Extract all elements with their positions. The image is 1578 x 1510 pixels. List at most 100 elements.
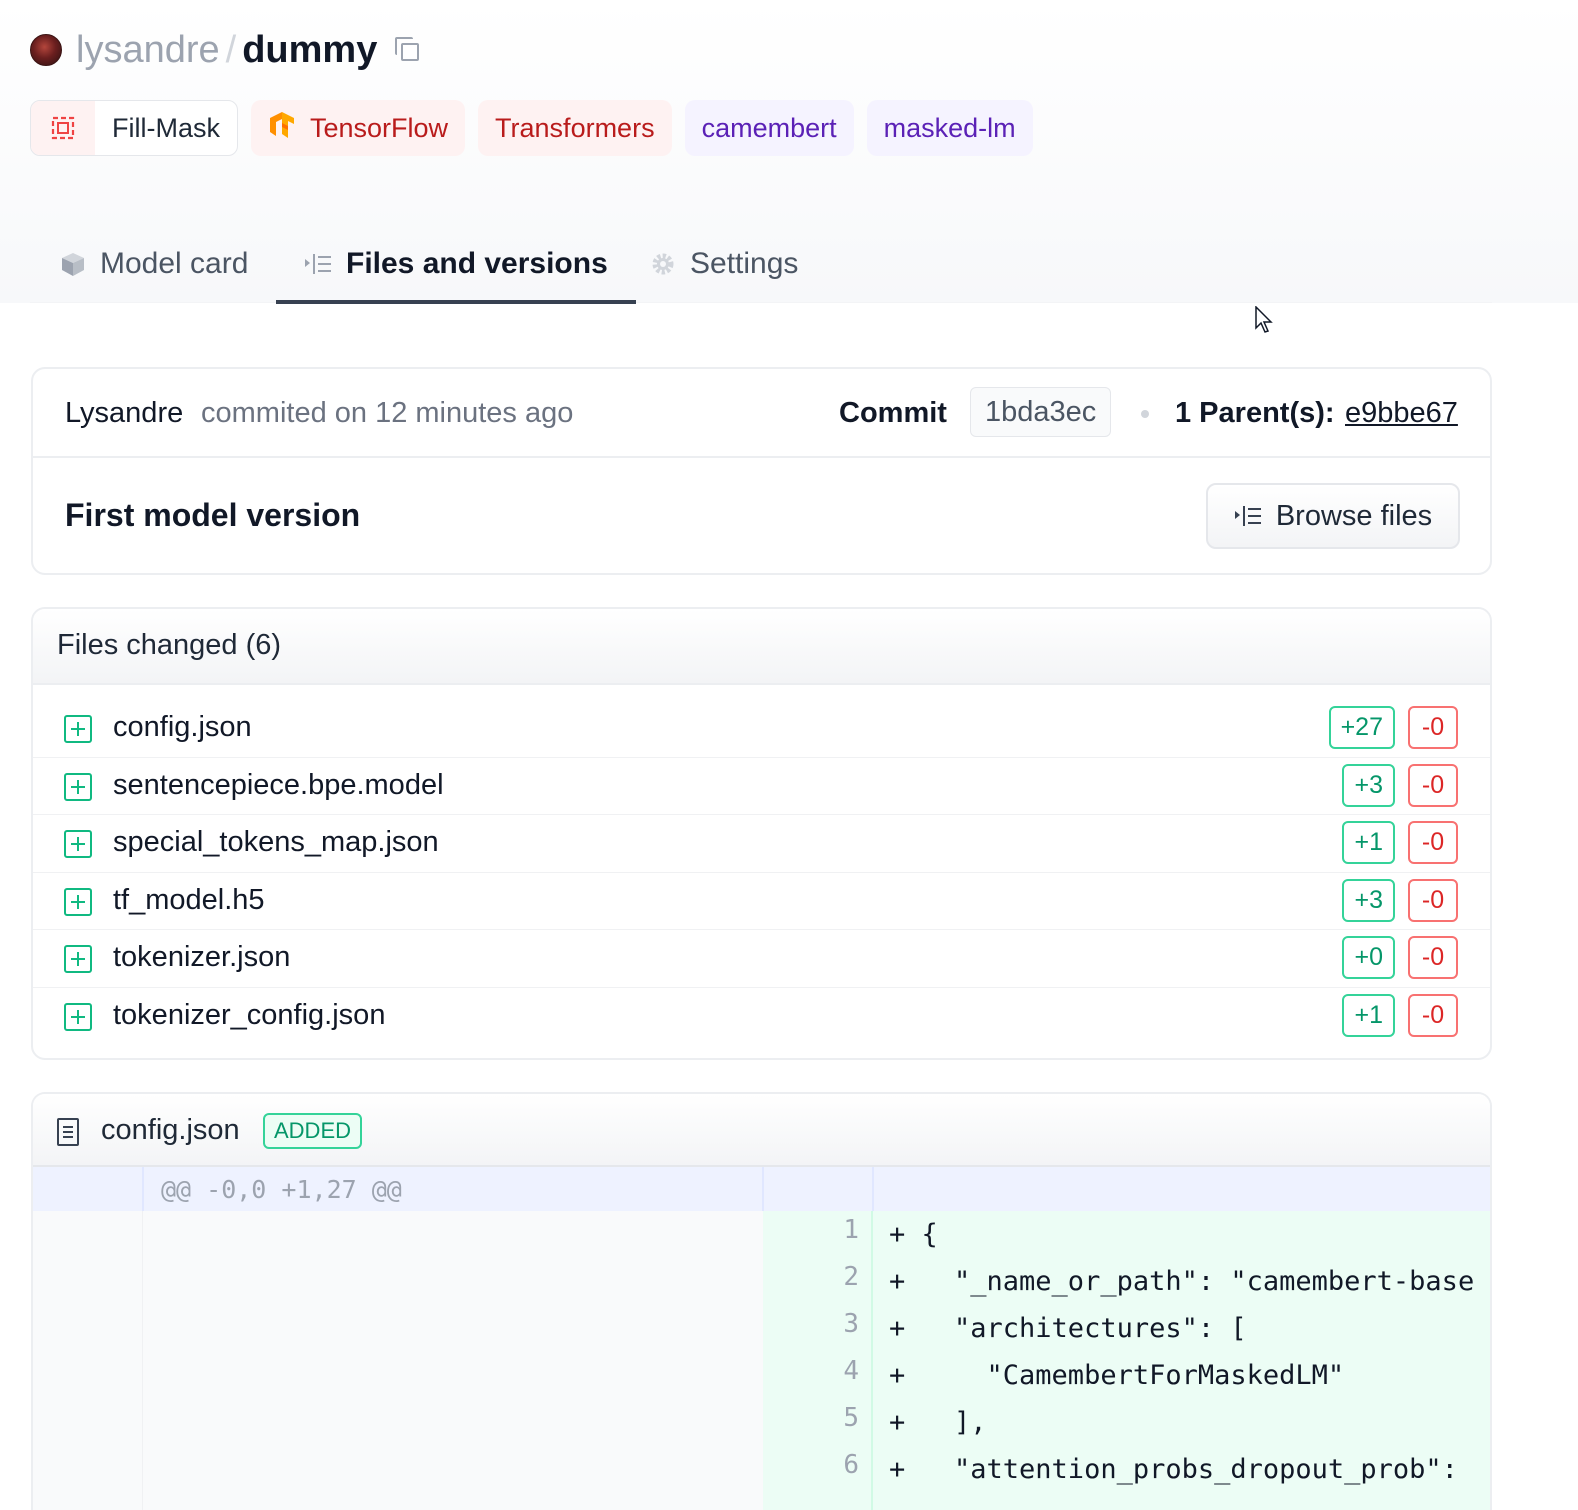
tab-label: Files and versions bbox=[346, 247, 608, 280]
diff-header: config.json ADDED bbox=[33, 1094, 1490, 1167]
tag-list: Fill-Mask TensorFlow Transformers camemb… bbox=[30, 100, 1033, 156]
avatar[interactable] bbox=[30, 34, 62, 66]
code-line: + "_name_or_path": "camembert-base bbox=[889, 1266, 1475, 1297]
tab-label: Model card bbox=[100, 247, 249, 280]
diff-file-name[interactable]: config.json bbox=[101, 1114, 240, 1147]
changed-file-name[interactable]: sentencepiece.bpe.model bbox=[113, 769, 444, 802]
deletions-badge: -0 bbox=[1408, 993, 1458, 1037]
tag-camembert[interactable]: camembert bbox=[684, 100, 854, 156]
line-number[interactable]: 3 bbox=[763, 1309, 859, 1339]
tag-label: TensorFlow bbox=[310, 112, 449, 143]
file-added-icon bbox=[64, 830, 92, 859]
repo-separator: / bbox=[225, 28, 237, 71]
deletions-badge: -0 bbox=[1408, 878, 1458, 922]
diff-card: config.json ADDED @@ -0,0 +1,27 @@ 1 + { 2… bbox=[31, 1092, 1492, 1510]
tab-model-card[interactable]: Model card bbox=[60, 225, 248, 303]
files-changed-card: Files changed (6) config.json +27 -0 senten… bbox=[31, 607, 1492, 1060]
line-number[interactable]: 6 bbox=[763, 1450, 859, 1480]
hunk-header: @@ -0,0 +1,27 @@ bbox=[33, 1167, 1490, 1211]
tensorflow-logo-icon bbox=[268, 110, 296, 147]
tag-label: camembert bbox=[701, 112, 837, 143]
cube-icon bbox=[60, 251, 86, 277]
fill-mask-icon bbox=[31, 101, 95, 155]
files-changed-header: Files changed (6) bbox=[33, 609, 1490, 685]
deletions-badge: -0 bbox=[1408, 821, 1458, 865]
gear-icon bbox=[650, 251, 676, 277]
parent-commit-link[interactable]: e9bbe67 bbox=[1345, 397, 1458, 430]
separator-dot bbox=[1141, 410, 1149, 418]
tag-masked-lm[interactable]: masked-lm bbox=[866, 100, 1033, 156]
tab-label: Settings bbox=[690, 247, 799, 280]
deletions-badge: -0 bbox=[1408, 936, 1458, 980]
code-line: + { bbox=[889, 1219, 938, 1250]
commit-meta-row: Lysandre commited on 12 minutes ago Comm… bbox=[33, 369, 1490, 458]
additions-badge: +3 bbox=[1342, 763, 1395, 807]
file-added-icon bbox=[64, 887, 92, 916]
file-icon bbox=[57, 1118, 79, 1146]
tag-label: masked-lm bbox=[883, 112, 1016, 143]
line-count-badges: +1 -0 bbox=[1342, 993, 1458, 1037]
commit-label: Commit bbox=[839, 397, 947, 429]
line-count-badges: +0 -0 bbox=[1342, 936, 1458, 980]
commit-hash[interactable]: 1bda3ec bbox=[970, 387, 1112, 437]
changed-file-row[interactable]: special_tokens_map.json +1 -0 bbox=[33, 815, 1490, 873]
diff-line: 4 + "CamembertForMaskedLM" bbox=[763, 1352, 1490, 1399]
changed-file-row[interactable]: tokenizer_config.json +1 -0 bbox=[33, 988, 1490, 1046]
tag-fill-mask[interactable]: Fill-Mask bbox=[30, 100, 238, 156]
commit-time: commited on 12 minutes ago bbox=[201, 397, 574, 429]
tag-label: Fill-Mask bbox=[112, 112, 220, 143]
mouse-pointer-icon bbox=[1255, 305, 1273, 339]
browse-files-label: Browse files bbox=[1275, 499, 1433, 532]
tab-files-and-versions[interactable]: Files and versions bbox=[276, 225, 636, 304]
changed-file-name[interactable]: tokenizer_config.json bbox=[113, 999, 385, 1032]
additions-badge: +0 bbox=[1342, 936, 1395, 980]
file-added-icon bbox=[64, 715, 92, 743]
code-line: + ], bbox=[889, 1407, 987, 1438]
code-line: + "attention_probs_dropout_prob": bbox=[889, 1454, 1458, 1485]
changed-file-name[interactable]: tokenizer.json bbox=[113, 941, 290, 974]
additions-badge: +27 bbox=[1328, 706, 1395, 749]
changed-file-row[interactable]: sentencepiece.bpe.model +3 -0 bbox=[33, 758, 1490, 816]
repo-title: lysandre / dummy bbox=[30, 26, 421, 74]
changed-file-name[interactable]: config.json bbox=[113, 711, 252, 744]
browse-files-button[interactable]: Browse files bbox=[1206, 483, 1460, 549]
line-number[interactable]: 4 bbox=[763, 1356, 859, 1386]
line-number[interactable]: 5 bbox=[763, 1403, 859, 1433]
file-added-icon bbox=[64, 772, 92, 801]
repo-owner-link[interactable]: lysandre bbox=[76, 29, 220, 72]
files-changed-title: Files changed (6) bbox=[57, 629, 282, 661]
repo-name-link[interactable]: dummy bbox=[242, 29, 377, 72]
diff-line: 1 + { bbox=[763, 1211, 1490, 1258]
diff-line: 5 + ], bbox=[763, 1399, 1490, 1446]
diff-line: 6 + "attention_probs_dropout_prob": bbox=[763, 1446, 1490, 1493]
changed-file-row[interactable]: config.json +27 -0 bbox=[33, 700, 1490, 758]
file-added-icon bbox=[64, 1002, 92, 1031]
code-line: + "CamembertForMaskedLM" bbox=[889, 1360, 1345, 1391]
tag-transformers[interactable]: Transformers bbox=[478, 100, 672, 156]
changed-file-row[interactable]: tokenizer.json +0 -0 bbox=[33, 930, 1490, 988]
additions-badge: +1 bbox=[1342, 993, 1395, 1037]
line-count-badges: +3 -0 bbox=[1342, 878, 1458, 922]
line-number[interactable]: 2 bbox=[763, 1262, 859, 1292]
changed-file-name[interactable]: tf_model.h5 bbox=[113, 884, 265, 917]
line-number[interactable]: 1 bbox=[763, 1215, 859, 1245]
deletions-badge: -0 bbox=[1408, 706, 1458, 749]
copy-icon[interactable] bbox=[395, 37, 421, 63]
line-count-badges: +27 -0 bbox=[1328, 706, 1458, 749]
file-list-icon bbox=[304, 253, 332, 275]
line-count-badges: +3 -0 bbox=[1342, 763, 1458, 807]
line-count-badges: +1 -0 bbox=[1342, 821, 1458, 865]
tab-settings[interactable]: Settings bbox=[650, 225, 798, 303]
left-gutter bbox=[33, 1211, 143, 1510]
commit-author[interactable]: Lysandre bbox=[65, 397, 183, 430]
tag-tensorflow[interactable]: TensorFlow bbox=[251, 100, 466, 156]
changed-file-row[interactable]: tf_model.h5 +3 -0 bbox=[33, 873, 1490, 931]
changed-file-name[interactable]: special_tokens_map.json bbox=[113, 826, 439, 859]
commit-message: First model version bbox=[65, 497, 361, 533]
additions-badge: +1 bbox=[1342, 821, 1395, 865]
additions-badge: +3 bbox=[1342, 878, 1395, 922]
added-badge: ADDED bbox=[263, 1113, 363, 1149]
diff-line: 2 + "_name_or_path": "camembert-base bbox=[763, 1258, 1490, 1305]
deletions-badge: -0 bbox=[1408, 763, 1458, 807]
diff-right-pane: 1 + { 2 + "_name_or_path": "camembert-base 3… bbox=[763, 1211, 1490, 1510]
